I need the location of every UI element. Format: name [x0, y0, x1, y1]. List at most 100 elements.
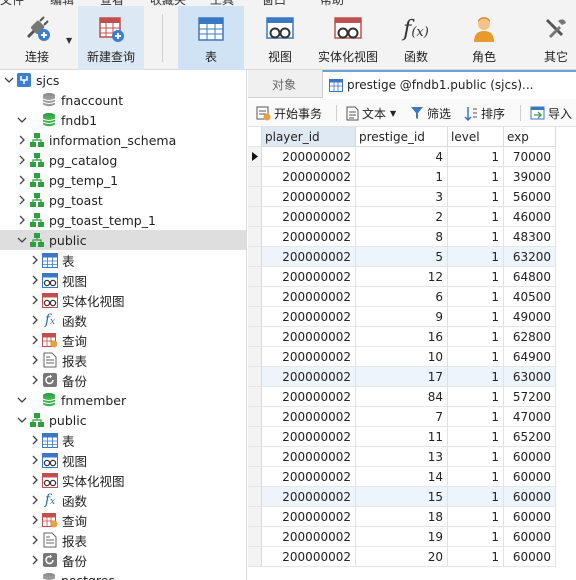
column-header-exp[interactable]: exp [504, 127, 556, 147]
table-cell[interactable]: 3 [356, 187, 448, 207]
row-header[interactable] [248, 307, 262, 327]
table-cell[interactable]: 16 [356, 327, 448, 347]
table-cell[interactable]: 200000002 [262, 387, 356, 407]
chevron-down-icon[interactable] [17, 395, 27, 405]
table-cell[interactable]: 47000 [504, 407, 556, 427]
table-cell[interactable]: 57200 [504, 387, 556, 407]
table-cell[interactable]: 1 [448, 327, 504, 347]
tree-node[interactable]: pg_toast_temp_1 [0, 210, 246, 230]
tree-node[interactable]: pg_toast [0, 190, 246, 210]
table-cell[interactable]: 39000 [504, 167, 556, 187]
table-cell[interactable]: 60000 [504, 487, 556, 507]
chevron-right-icon[interactable] [30, 435, 40, 445]
chevron-right-icon[interactable] [30, 535, 40, 545]
tree-node[interactable]: 实体化视图 [0, 470, 246, 490]
table-cell[interactable]: 60000 [504, 467, 556, 487]
chevron-right-icon[interactable] [30, 335, 40, 345]
table-cell[interactable]: 2 [356, 207, 448, 227]
tree-node[interactable]: fnmember [0, 390, 246, 410]
role-button[interactable]: 角色 [458, 6, 510, 70]
text-button[interactable]: 文本 ▼ [346, 104, 396, 122]
chevron-right-icon[interactable] [30, 275, 40, 285]
import-button[interactable]: 导入 [530, 104, 572, 122]
table-cell[interactable]: 200000002 [262, 267, 356, 287]
chevron-right-icon[interactable] [30, 255, 40, 265]
table-cell[interactable]: 1 [448, 207, 504, 227]
tree-node[interactable]: fnaccount [0, 90, 246, 110]
table-cell[interactable]: 1 [448, 167, 504, 187]
row-header[interactable] [248, 447, 262, 467]
row-header[interactable] [248, 187, 262, 207]
row-header[interactable] [248, 467, 262, 487]
tree-node[interactable]: public [0, 230, 246, 250]
table-cell[interactable]: 9 [356, 307, 448, 327]
table-cell[interactable]: 15 [356, 487, 448, 507]
materialized-view-button[interactable]: 实体化视图 [312, 6, 384, 70]
table-cell[interactable]: 1 [448, 227, 504, 247]
data-grid[interactable]: player_id prestige_id level exp 200000002 4 1 7… [248, 127, 576, 580]
chevron-right-icon[interactable] [30, 475, 40, 485]
table-cell[interactable]: 200000002 [262, 527, 356, 547]
sort-button[interactable]: 排序 [464, 104, 505, 122]
tree-node[interactable]: information_schema [0, 130, 246, 150]
tree-node[interactable]: 表 [0, 430, 246, 450]
table-cell[interactable]: 1 [448, 147, 504, 167]
other-button[interactable]: 其它 [530, 6, 576, 70]
chevron-right-icon[interactable] [30, 295, 40, 305]
table-cell[interactable]: 60000 [504, 527, 556, 547]
table-cell[interactable]: 200000002 [262, 347, 356, 367]
table-cell[interactable]: 200000002 [262, 487, 356, 507]
row-header[interactable] [248, 407, 262, 427]
table-cell[interactable]: 200000002 [262, 367, 356, 387]
tree-node[interactable]: 视图 [0, 270, 246, 290]
table-cell[interactable]: 1 [448, 407, 504, 427]
chevron-down-icon[interactable] [17, 235, 27, 245]
table-cell[interactable]: 7 [356, 407, 448, 427]
table-cell[interactable]: 4 [356, 147, 448, 167]
table-cell[interactable]: 1 [448, 267, 504, 287]
table-cell[interactable]: 200000002 [262, 427, 356, 447]
chevron-right-icon[interactable] [17, 195, 27, 205]
table-cell[interactable]: 200000002 [262, 507, 356, 527]
tree-node[interactable]: fx 函数 [0, 490, 246, 510]
table-cell[interactable]: 200000002 [262, 187, 356, 207]
row-header[interactable] [248, 327, 262, 347]
table-cell[interactable]: 1 [448, 507, 504, 527]
table-cell[interactable]: 200000002 [262, 467, 356, 487]
table-cell[interactable]: 1 [448, 467, 504, 487]
tree-node[interactable]: 报表 [0, 530, 246, 550]
table-cell[interactable]: 1 [356, 167, 448, 187]
filter-button[interactable]: 筛选 [410, 104, 451, 122]
table-cell[interactable]: 1 [448, 367, 504, 387]
table-cell[interactable]: 200000002 [262, 407, 356, 427]
table-cell[interactable]: 65200 [504, 427, 556, 447]
table-cell[interactable]: 200000002 [262, 547, 356, 567]
tab-objects[interactable]: 对象 [248, 70, 320, 98]
table-cell[interactable]: 200000002 [262, 227, 356, 247]
table-cell[interactable]: 48300 [504, 227, 556, 247]
tab-prestige[interactable]: prestige @fndb1.public (sjcs)... [322, 70, 576, 98]
table-cell[interactable]: 60000 [504, 507, 556, 527]
table-cell[interactable]: 1 [448, 527, 504, 547]
tree-node[interactable]: fx 函数 [0, 310, 246, 330]
table-cell[interactable]: 1 [448, 447, 504, 467]
row-header[interactable] [248, 487, 262, 507]
table-cell[interactable]: 13 [356, 447, 448, 467]
table-button[interactable]: 表 [178, 6, 244, 70]
row-header[interactable] [248, 247, 262, 267]
row-header[interactable] [248, 367, 262, 387]
table-cell[interactable]: 200000002 [262, 447, 356, 467]
function-button[interactable]: f(x) 函数 [390, 6, 442, 70]
table-cell[interactable]: 11 [356, 427, 448, 447]
table-cell[interactable]: 200000002 [262, 287, 356, 307]
tree-node[interactable]: public [0, 410, 246, 430]
tree-node[interactable]: 备份 [0, 370, 246, 390]
tree-node[interactable]: 查询 [0, 510, 246, 530]
row-header[interactable] [248, 227, 262, 247]
table-cell[interactable]: 10 [356, 347, 448, 367]
row-header[interactable] [248, 387, 262, 407]
column-header-level[interactable]: level [448, 127, 504, 147]
column-header-prestige-id[interactable]: prestige_id [356, 127, 448, 147]
table-cell[interactable]: 1 [448, 287, 504, 307]
row-header[interactable] [248, 507, 262, 527]
